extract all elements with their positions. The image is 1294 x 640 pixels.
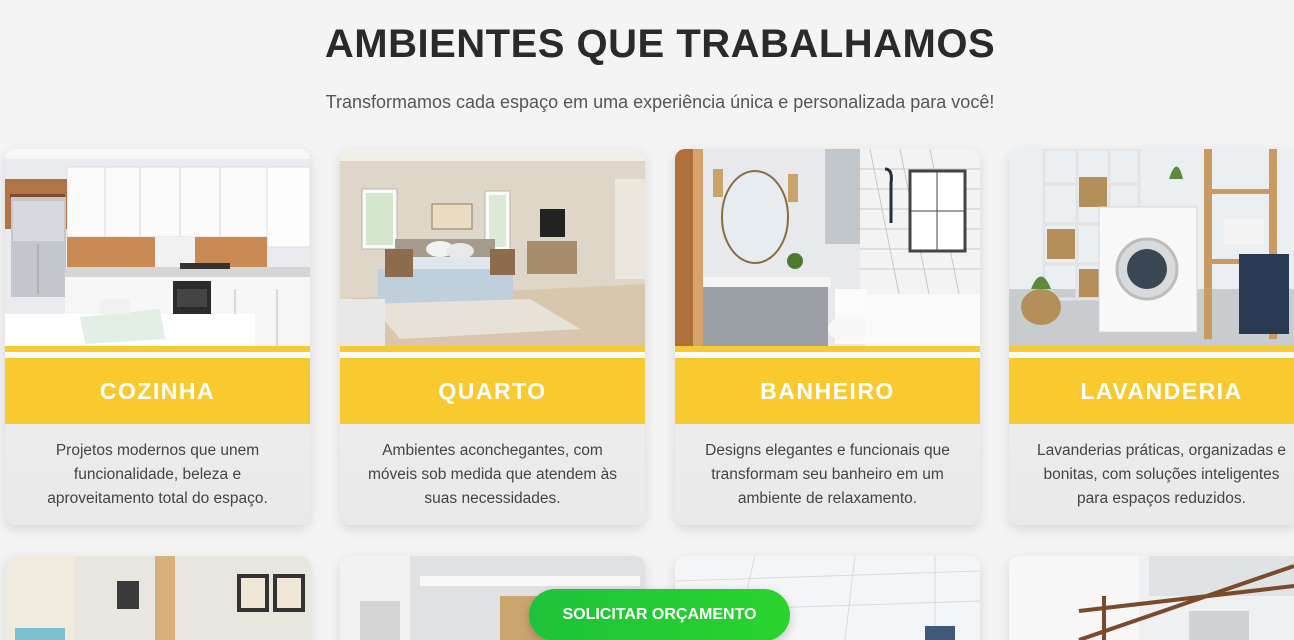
- card-lavanderia[interactable]: LAVANDERIA Lavanderias práticas, organiz…: [1009, 149, 1294, 525]
- card-title: LAVANDERIA: [1009, 358, 1294, 424]
- living-room-photo[interactable]: [5, 556, 310, 640]
- laundry-photo: [1009, 149, 1294, 346]
- card-description: Ambientes aconchegantes, com móveis sob …: [367, 442, 617, 507]
- card-quarto[interactable]: QUARTO Ambientes aconchegantes, com móve…: [340, 149, 645, 525]
- kitchen-photo: [5, 149, 310, 346]
- bedroom-photo: [340, 149, 645, 346]
- card-title: COZINHA: [5, 358, 310, 424]
- card-description: Designs elegantes e funcionais que trans…: [705, 442, 950, 507]
- card-title: BANHEIRO: [675, 358, 980, 424]
- request-quote-button[interactable]: SOLICITAR ORÇAMENTO: [529, 589, 790, 640]
- bathroom-photo: [675, 149, 980, 346]
- card-description: Lavanderias práticas, organizadas e boni…: [1036, 442, 1286, 507]
- section-subtitle: Transformamos cada espaço em uma experiê…: [325, 92, 995, 112]
- card-title: QUARTO: [340, 358, 645, 424]
- exterior-pergola-photo[interactable]: [1009, 556, 1294, 640]
- card-cozinha[interactable]: COZINHA Projetos modernos que unem funci…: [5, 149, 310, 525]
- section-title: AMBIENTES QUE TRABALHAMOS: [324, 22, 996, 66]
- card-description: Projetos modernos que unem funcionalidad…: [47, 442, 268, 507]
- card-banheiro[interactable]: BANHEIRO Designs elegantes e funcionais …: [675, 149, 980, 525]
